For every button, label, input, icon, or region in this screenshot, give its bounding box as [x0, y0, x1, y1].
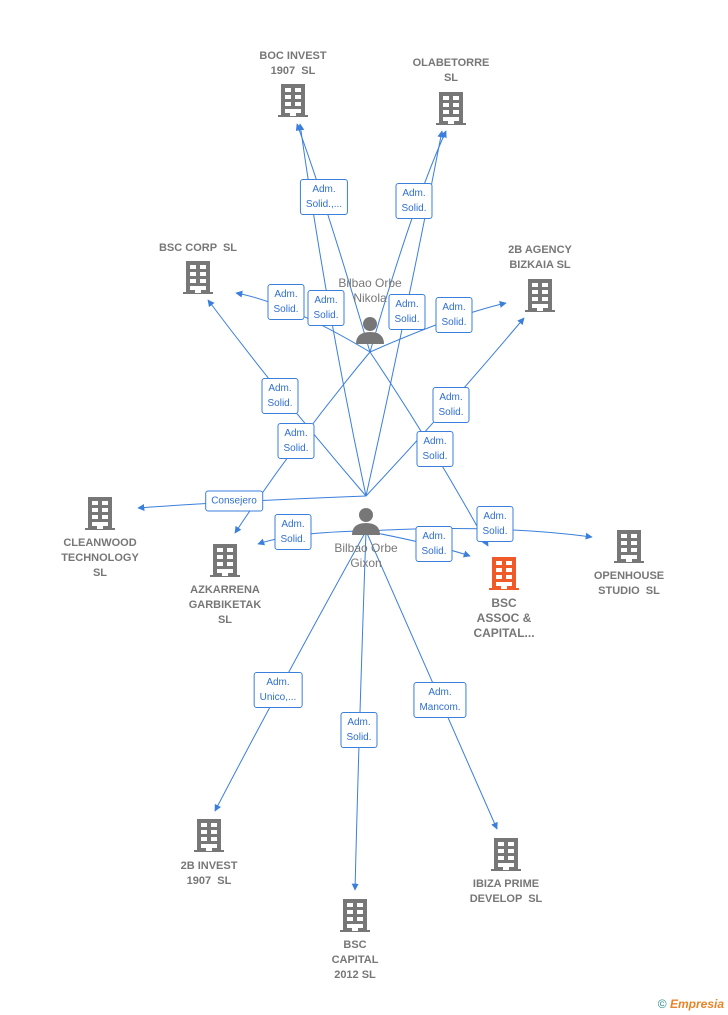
person-icon[interactable] [352, 508, 380, 535]
edge-label[interactable]: Consejero [205, 490, 263, 512]
edge-label[interactable]: Adm. Solid. [395, 183, 433, 219]
edge-label[interactable]: Adm. Solid. [261, 378, 299, 414]
company-cleanwood-label[interactable]: CLEANWOOD TECHNOLOGY SL [61, 536, 139, 581]
edge-label[interactable]: Adm. Solid. [432, 387, 470, 423]
company-openhouse-label[interactable]: OPENHOUSE STUDIO SL [594, 569, 664, 599]
edge-label[interactable]: Adm. Solid. [267, 284, 305, 320]
footer-brand: © Empresia [658, 997, 724, 1011]
brand-logo: Empresia [669, 997, 724, 1011]
edge-label[interactable]: Adm. Solid. [476, 506, 514, 542]
copyright-icon: © [657, 997, 667, 1011]
edge-gixon-ibiza [365, 530, 498, 830]
building-icon[interactable] [194, 819, 224, 852]
company-azkarrena-label[interactable]: AZKARRENA GARBIKETAK SL [189, 583, 262, 628]
building-icon[interactable] [491, 838, 521, 871]
company-invest2b-label[interactable]: 2B INVEST 1907 SL [181, 859, 238, 889]
company-bsc_assoc-label[interactable]: BSC ASSOC & CAPITAL... [473, 596, 534, 641]
building-icon[interactable] [525, 279, 555, 312]
company-agency-label[interactable]: 2B AGENCY BIZKAIA SL [508, 243, 572, 273]
building-icon[interactable] [278, 84, 308, 117]
building-icon[interactable] [210, 544, 240, 577]
person-gixon-label[interactable]: Bilbao Orbe Gixon [334, 541, 397, 571]
building-icon[interactable] [489, 557, 519, 590]
edge-label[interactable]: Adm. Mancom. [413, 682, 467, 718]
edge-gixon-invest2b [214, 530, 367, 812]
company-bsc_capital-label[interactable]: BSC CAPITAL 2012 SL [332, 938, 379, 983]
building-icon[interactable] [436, 92, 466, 125]
edge-label[interactable]: Adm. Solid. [274, 514, 312, 550]
company-olabetorre-label[interactable]: OLABETORRE SL [413, 56, 490, 86]
edge-label[interactable]: Adm. Solid. [277, 423, 315, 459]
network-graph [85, 84, 644, 932]
edge-label[interactable]: Adm. Solid. [416, 431, 454, 467]
person-nikola-label[interactable]: Bilbao Orbe Nikola [338, 276, 401, 306]
person-icon[interactable] [356, 317, 384, 344]
edge-label[interactable]: Adm. Solid.,... [299, 179, 349, 215]
building-icon[interactable] [85, 497, 115, 530]
company-bsc_corp-label[interactable]: BSC CORP SL [159, 241, 237, 256]
edge-label[interactable]: Adm. Solid. [340, 712, 378, 748]
edge-label[interactable]: Adm. Solid. [415, 526, 453, 562]
company-boc_invest-label[interactable]: BOC INVEST 1907 SL [259, 49, 326, 79]
edge-label[interactable]: Adm. Unico,... [253, 672, 303, 708]
company-ibiza-label[interactable]: IBIZA PRIME DEVELOP SL [470, 877, 543, 907]
building-icon[interactable] [614, 530, 644, 563]
building-icon[interactable] [340, 899, 370, 932]
building-icon[interactable] [183, 261, 213, 294]
edge-label[interactable]: Adm. Solid. [435, 297, 473, 333]
edge-gixon-bsc_capital [351, 530, 367, 891]
